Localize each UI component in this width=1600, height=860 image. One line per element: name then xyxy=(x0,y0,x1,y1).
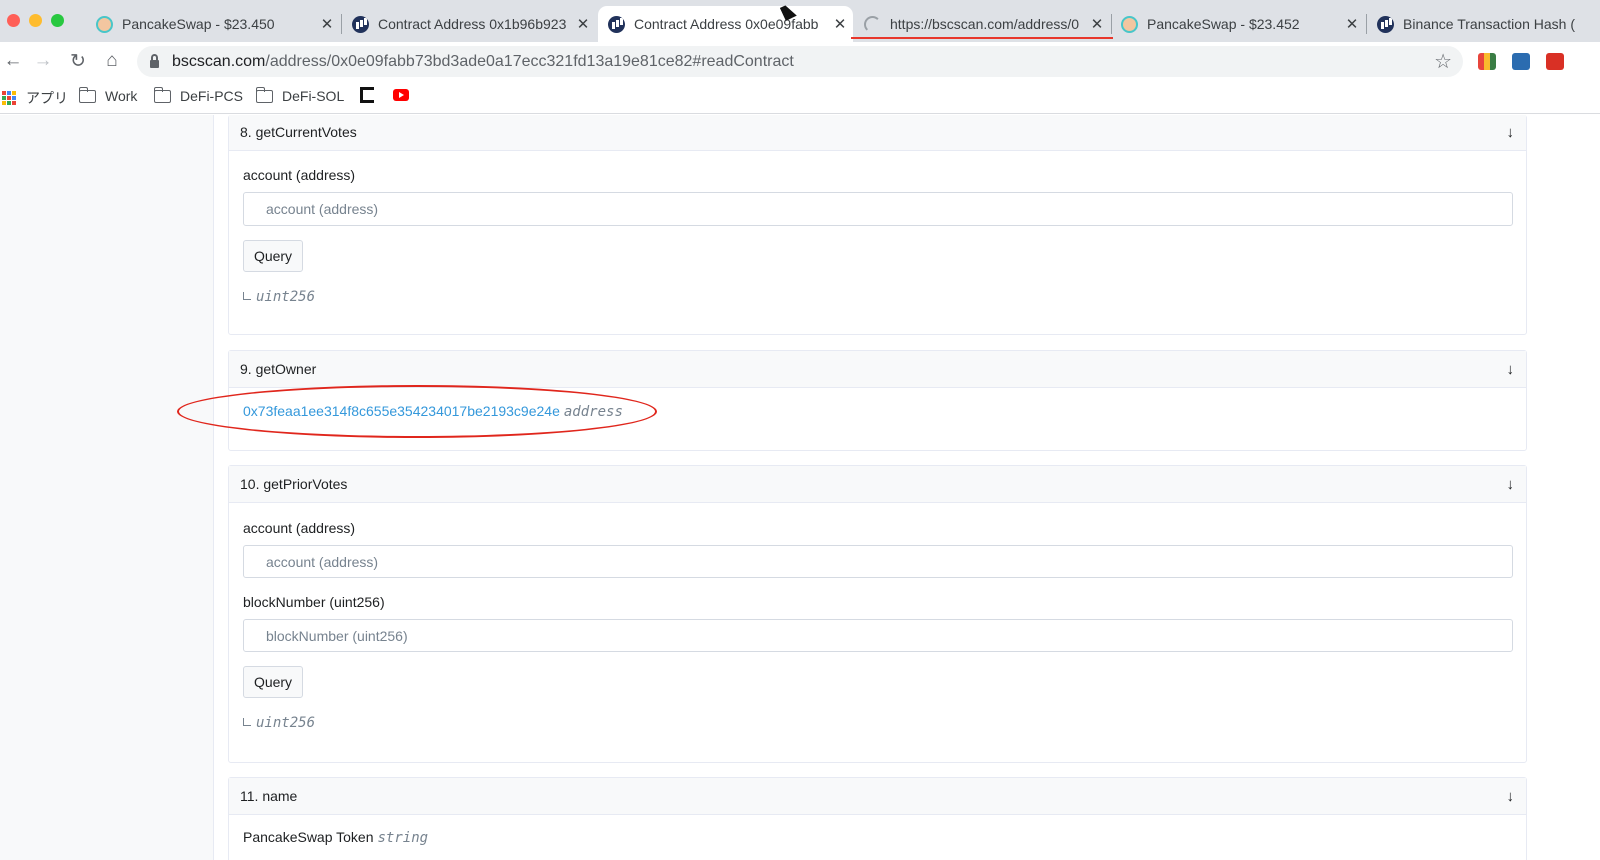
browser-tab[interactable]: PancakeSwap - $23.450 ✕ xyxy=(86,6,340,42)
pancakeswap-icon xyxy=(1121,15,1138,33)
function-card-getowner: 9. getOwner ↓ 0x73feaa1ee314f8c655e35423… xyxy=(228,350,1527,451)
bscscan-icon xyxy=(608,15,625,33)
function-body: account (address) account (address) bloc… xyxy=(229,503,1526,731)
window-maximize-button[interactable] xyxy=(51,14,64,27)
function-body: account (address) account (address) Quer… xyxy=(229,151,1526,305)
address-bar[interactable]: bscscan.com/address/0x0e09fabb73bd3ade0a… xyxy=(137,46,1463,77)
tab-close-icon[interactable]: ✕ xyxy=(1339,15,1365,33)
bookmark-apps[interactable]: アプリ xyxy=(2,88,68,108)
window-minimize-button[interactable] xyxy=(29,14,42,27)
account-input[interactable]: account (address) xyxy=(243,545,1513,578)
owner-address-link[interactable]: 0x73feaa1ee314f8c655e354234017be2193c9e2… xyxy=(243,403,560,419)
return-type: uint256 xyxy=(243,289,1512,305)
extension-icon[interactable] xyxy=(1546,53,1564,70)
result-type: string xyxy=(377,830,429,846)
query-button[interactable]: Query xyxy=(243,240,303,272)
tab-title: Contract Address 0x1b96b923 xyxy=(378,16,567,32)
browser-tab[interactable]: PancakeSwap - $23.452 ✕ xyxy=(1111,6,1365,42)
tab-close-icon[interactable]: ✕ xyxy=(570,15,596,33)
token-name-value: PancakeSwap Token xyxy=(243,829,374,845)
browser-tab-strip: PancakeSwap - $23.450 ✕ Contract Address… xyxy=(0,0,1600,42)
expand-arrow-icon[interactable]: ↓ xyxy=(1507,788,1515,805)
bookmark-folder-work[interactable]: Work xyxy=(78,86,138,104)
window-close-button[interactable] xyxy=(7,14,20,27)
bookmark-c-icon[interactable] xyxy=(360,87,374,103)
bscscan-icon xyxy=(1377,15,1394,33)
bscscan-icon xyxy=(352,15,369,33)
tab-close-icon[interactable]: ✕ xyxy=(1084,15,1110,33)
tab-close-icon[interactable]: ✕ xyxy=(827,15,853,33)
bookmark-label: Work xyxy=(105,88,138,104)
tab-title: Contract Address 0x0e09fabb xyxy=(634,16,819,32)
function-body: 0x73feaa1ee314f8c655e354234017be2193c9e2… xyxy=(229,388,1526,421)
browser-toolbar: ← → ↻ ⌂ bscscan.com/address/0x0e09fabb73… xyxy=(0,42,1600,80)
bookmark-folder-defi-sol[interactable]: DeFi-SOL xyxy=(255,86,345,104)
function-header[interactable]: 8. getCurrentVotes ↓ xyxy=(229,115,1526,151)
query-button[interactable]: Query xyxy=(243,666,303,698)
tab-title: PancakeSwap - $23.450 xyxy=(122,16,275,32)
function-header[interactable]: 9. getOwner ↓ xyxy=(229,351,1526,388)
youtube-icon[interactable] xyxy=(393,89,409,101)
browser-tab-active[interactable]: Contract Address 0x0e09fabb ✕ xyxy=(598,6,853,42)
reload-icon[interactable]: ↻ xyxy=(65,48,91,74)
account-input[interactable]: account (address) xyxy=(243,192,1513,226)
input-label: blockNumber (uint256) xyxy=(243,594,385,610)
return-corner-icon xyxy=(243,717,251,726)
folder-icon xyxy=(78,86,96,103)
folder-icon xyxy=(153,86,171,103)
expand-arrow-icon[interactable]: ↓ xyxy=(1507,124,1515,141)
tab-title: https://bscscan.com/address/0 xyxy=(890,16,1080,32)
extension-icon[interactable] xyxy=(1512,53,1530,70)
loading-icon xyxy=(864,15,881,33)
bookmark-label: DeFi-SOL xyxy=(282,88,345,104)
function-card-name: 11. name ↓ PancakeSwap Token string xyxy=(228,777,1527,860)
expand-arrow-icon[interactable]: ↓ xyxy=(1507,476,1515,493)
tab-title: Binance Transaction Hash ( xyxy=(1403,16,1575,32)
tab-loading-indicator xyxy=(851,37,1113,39)
input-label: account (address) xyxy=(243,167,356,183)
bookmark-label: アプリ xyxy=(26,90,68,106)
home-icon[interactable]: ⌂ xyxy=(99,48,125,74)
function-header[interactable]: 10. getPriorVotes ↓ xyxy=(229,466,1526,503)
bookmark-folder-defi-pcs[interactable]: DeFi-PCS xyxy=(153,86,244,104)
left-margin-border xyxy=(213,115,214,860)
function-title: 10. getPriorVotes xyxy=(240,476,348,492)
result-type: address xyxy=(563,404,623,420)
url-text: bscscan.com/address/0x0e09fabb73bd3ade0a… xyxy=(172,52,794,70)
function-card-getcurrentvotes: 8. getCurrentVotes ↓ account (address) a… xyxy=(228,115,1527,335)
lock-icon xyxy=(150,53,159,68)
block-number-input[interactable]: blockNumber (uint256) xyxy=(243,619,1513,652)
input-label: account (address) xyxy=(243,520,356,536)
pancakeswap-icon xyxy=(96,15,113,33)
left-margin xyxy=(0,115,214,860)
back-arrow-icon[interactable]: ← xyxy=(0,48,26,74)
expand-arrow-icon[interactable]: ↓ xyxy=(1507,361,1515,378)
bookmark-star-icon[interactable]: ☆ xyxy=(1434,49,1452,74)
browser-tab[interactable]: Binance Transaction Hash ( xyxy=(1367,6,1600,42)
tab-close-icon[interactable]: ✕ xyxy=(314,15,340,33)
page-content: 8. getCurrentVotes ↓ account (address) a… xyxy=(0,115,1600,860)
forward-arrow-icon[interactable]: → xyxy=(30,48,56,74)
function-title: 8. getCurrentVotes xyxy=(240,124,357,140)
return-type: uint256 xyxy=(243,715,1512,731)
bookmarks-bar: アプリ Work DeFi-PCS DeFi-SOL xyxy=(0,80,1600,114)
apps-grid-icon xyxy=(2,91,16,105)
function-body: PancakeSwap Token string xyxy=(229,815,1526,847)
function-card-getpriorvotes: 10. getPriorVotes ↓ account (address) ac… xyxy=(228,465,1527,763)
function-header[interactable]: 11. name ↓ xyxy=(229,778,1526,815)
function-title: 9. getOwner xyxy=(240,361,317,377)
function-title: 11. name xyxy=(240,788,298,804)
return-corner-icon xyxy=(243,291,251,300)
folder-icon xyxy=(255,86,273,103)
extension-icon[interactable] xyxy=(1478,53,1496,70)
bookmark-label: DeFi-PCS xyxy=(180,88,244,104)
browser-tab[interactable]: Contract Address 0x1b96b923 ✕ xyxy=(342,6,596,42)
tab-title: PancakeSwap - $23.452 xyxy=(1147,16,1300,32)
